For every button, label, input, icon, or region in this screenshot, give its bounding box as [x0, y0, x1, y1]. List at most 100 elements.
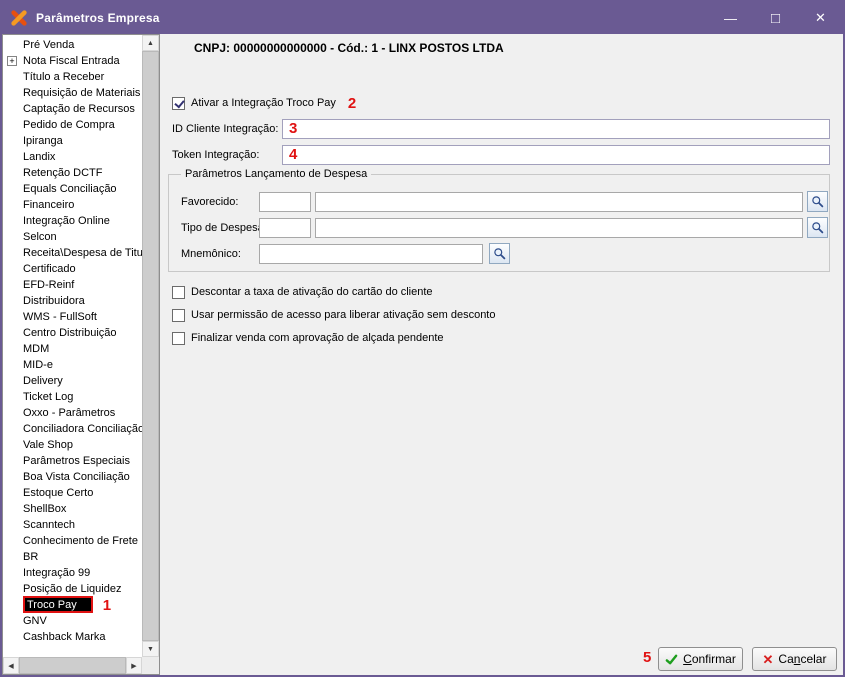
sidebar-item-pedido-de-compra[interactable]: Pedido de Compra [3, 117, 142, 133]
company-header: CNPJ: 00000000000000 - Cód.: 1 - LINX PO… [194, 41, 504, 55]
sidebar-item-cashback-marka[interactable]: Cashback Marka [3, 629, 142, 645]
sidebar-item-titulo-a-receber[interactable]: Título a Receber [3, 69, 142, 85]
sidebar-item-label: Ticket Log [23, 391, 74, 403]
confirm-button[interactable]: Confirmar [658, 647, 743, 671]
sidebar-item-integracao-online[interactable]: Integração Online [3, 213, 142, 229]
sidebar-item-label: Captação de Recursos [23, 103, 135, 115]
token-input-wrap: 4 [282, 145, 830, 165]
sidebar-item-label: Delivery [23, 375, 63, 387]
sidebar-item-label: ShellBox [23, 503, 67, 515]
sidebar-item-scanntech[interactable]: Scanntech [3, 517, 142, 533]
sidebar-item-label: Cashback Marka [23, 631, 106, 643]
sidebar-item-posicao-de-liquidez[interactable]: Posição de Liquidez [3, 581, 142, 597]
main-panel: CNPJ: 00000000000000 - Cód.: 1 - LINX PO… [160, 34, 843, 675]
sidebar-item-vale-shop[interactable]: Vale Shop [3, 437, 142, 453]
close-icon: ✕ [815, 10, 826, 25]
mnemonico-label: Mnemônico: [181, 248, 241, 260]
options-list: Descontar a taxa de ativação do cartão d… [172, 284, 495, 346]
scroll-right-button[interactable]: ▶ [126, 657, 142, 674]
tipo-despesa-code-input[interactable] [259, 218, 311, 238]
cancel-button[interactable]: ✕ Cancelar [752, 647, 837, 671]
selected-item-highlight: Troco Pay [23, 596, 93, 613]
minimize-icon: — [724, 10, 737, 26]
mnemonico-input[interactable] [259, 244, 483, 264]
minimize-button[interactable]: — [708, 2, 753, 34]
sidebar-item-label: Certificado [23, 263, 76, 275]
scroll-up-button[interactable]: ▲ [142, 35, 159, 51]
option-row-finalizar-venda-com: Finalizar venda com aprovação de alçada … [172, 330, 495, 346]
sidebar-item-efd-reinf[interactable]: EFD-Reinf [3, 277, 142, 293]
horizontal-scroll-thumb[interactable] [19, 657, 126, 674]
tipo-despesa-desc-input[interactable] [315, 218, 803, 238]
sidebar-item-landix[interactable]: Landix [3, 149, 142, 165]
option-checkbox[interactable] [172, 331, 185, 345]
sidebar-item-ticket-log[interactable]: Ticket Log [3, 389, 142, 405]
sidebar-item-label: Pedido de Compra [23, 119, 115, 131]
token-label: Token Integração: [172, 149, 260, 161]
sidebar-item-label: Estoque Certo [23, 487, 94, 499]
app-logo-icon [9, 8, 29, 28]
id-client-input[interactable] [282, 119, 830, 139]
favorecido-desc-input[interactable] [315, 192, 803, 212]
sidebar-item-ipiranga[interactable]: Ipiranga [3, 133, 142, 149]
option-checkbox[interactable] [172, 308, 185, 322]
sidebar-item-equals-conciliacao[interactable]: Equals Conciliação [3, 181, 142, 197]
sidebar-item-financeiro[interactable]: Financeiro [3, 197, 142, 213]
activate-integration-checkbox[interactable] [172, 96, 185, 110]
sidebar-item-certificado[interactable]: Certificado [3, 261, 142, 277]
close-button[interactable]: ✕ [798, 2, 843, 34]
expense-groupbox: Parâmetros Lançamento de Despesa Favorec… [168, 168, 830, 272]
maximize-button[interactable]: □ [753, 2, 798, 34]
sidebar-item-parametros-especiais[interactable]: Parâmetros Especiais [3, 453, 142, 469]
window-title: Parâmetros Empresa [36, 11, 160, 25]
sidebar-item-wms-fullsoft[interactable]: WMS - FullSoft [3, 309, 142, 325]
sidebar-item-centro-distribuicao[interactable]: Centro Distribuição [3, 325, 142, 341]
sidebar-item-label: Retenção DCTF [23, 167, 103, 179]
sidebar-item-label: Landix [23, 151, 56, 163]
arrow-right-icon: ▶ [131, 662, 137, 670]
sidebar-vertical-scrollbar[interactable]: ▲ ▼ [142, 35, 159, 657]
sidebar-item-br[interactable]: BR [3, 549, 142, 565]
sidebar-item-integracao-99[interactable]: Integração 99 [3, 565, 142, 581]
tipo-despesa-search-button[interactable] [807, 217, 828, 238]
sidebar-horizontal-scrollbar[interactable]: ◀ ▶ [3, 657, 142, 674]
sidebar-item-label: Scanntech [23, 519, 75, 531]
sidebar-item-label: Integração 99 [23, 567, 91, 579]
sidebar-item-mdm[interactable]: MDM [3, 341, 142, 357]
token-input[interactable] [282, 145, 830, 165]
check-icon [665, 654, 678, 664]
sidebar-item-estoque-certo[interactable]: Estoque Certo [3, 485, 142, 501]
sidebar-item-troco-pay[interactable]: Troco Pay 1 [3, 596, 142, 613]
sidebar-item-mid-e[interactable]: MID-e [3, 357, 142, 373]
option-checkbox[interactable] [172, 285, 185, 299]
sidebar-item-boa-vista-conciliacao[interactable]: Boa Vista Conciliação [3, 469, 142, 485]
sidebar-item-captacao-de-recursos[interactable]: Captação de Recursos [3, 101, 142, 117]
sidebar-item-label: MID-e [23, 359, 53, 371]
sidebar-item-label: Distribuidora [23, 295, 85, 307]
sidebar-item-selcon[interactable]: Selcon [3, 229, 142, 245]
expand-plus-icon[interactable]: + [7, 56, 17, 66]
annotation-5: 5 [643, 649, 652, 666]
sidebar-item-conhecimento-de-frete[interactable]: Conhecimento de Frete [3, 533, 142, 549]
sidebar-item-nota-fiscal-entrada[interactable]: + Nota Fiscal Entrada [3, 53, 142, 69]
mnemonico-search-button[interactable] [489, 243, 510, 264]
sidebar-item-pre-venda[interactable]: Pré Venda [3, 37, 142, 53]
sidebar-item-shellbox[interactable]: ShellBox [3, 501, 142, 517]
sidebar-item-delivery[interactable]: Delivery [3, 373, 142, 389]
sidebar-item-oxxo-parametros[interactable]: Oxxo - Parâmetros [3, 405, 142, 421]
sidebar-item-retencao-dctf[interactable]: Retenção DCTF [3, 165, 142, 181]
sidebar-item-receita-despesa-de-titul[interactable]: Receita\Despesa de Titul [3, 245, 142, 261]
vertical-scroll-thumb[interactable] [142, 51, 159, 641]
scroll-left-button[interactable]: ◀ [3, 657, 19, 674]
sidebar-item-label: Receita\Despesa de Titul [23, 247, 142, 259]
favorecido-label: Favorecido: [181, 196, 239, 208]
favorecido-search-button[interactable] [807, 191, 828, 212]
sidebar-item-gnv[interactable]: GNV [3, 613, 142, 629]
sidebar-item-distribuidora[interactable]: Distribuidora [3, 293, 142, 309]
sidebar-item-conciliadora-conciliacao[interactable]: Conciliadora Conciliação [3, 421, 142, 437]
window-controls: — □ ✕ [708, 2, 843, 34]
favorecido-code-input[interactable] [259, 192, 311, 212]
sidebar-item-label: Equals Conciliação [23, 183, 117, 195]
scroll-down-button[interactable]: ▼ [142, 641, 159, 657]
sidebar-item-requisicao-de-materiais[interactable]: Requisição de Materiais [3, 85, 142, 101]
